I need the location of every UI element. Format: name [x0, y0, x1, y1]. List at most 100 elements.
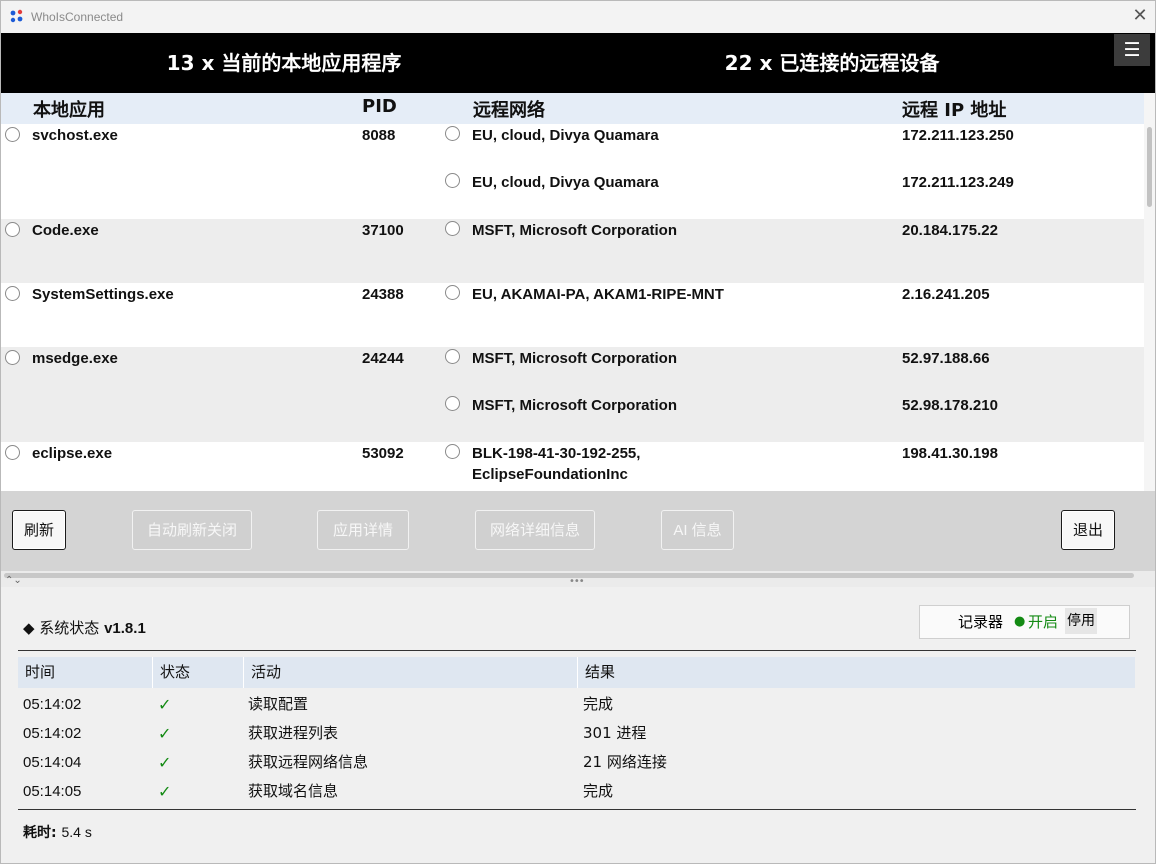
window-title: WhoIsConnected: [31, 10, 124, 24]
remote-radio[interactable]: [445, 126, 460, 141]
table-row[interactable]: svchost.exe 8088 EU, cloud, Divya Quamar…: [1, 124, 1144, 219]
status-activity: 获取进程列表: [248, 724, 339, 742]
app-pid: 24388: [362, 286, 404, 303]
remote-ip: 20.184.175.22: [902, 222, 998, 239]
remote-ip: 172.211.123.249: [902, 174, 1014, 191]
auto-refresh-button[interactable]: 自动刷新关闭: [132, 510, 252, 550]
status-title-label: ◆ 系统状态: [23, 619, 105, 637]
elapsed-label: 耗时:: [23, 825, 62, 841]
network-details-button[interactable]: 网络详细信息: [475, 510, 595, 550]
remote-network: MSFT, Microsoft Corporation: [472, 397, 677, 414]
check-icon: ✓: [158, 724, 172, 743]
splitter-grip-icon[interactable]: •••: [569, 576, 585, 587]
header-pid[interactable]: PID: [362, 96, 397, 117]
remote-radio[interactable]: [445, 221, 460, 236]
remote-network: EU, cloud, Divya Quamara: [472, 127, 659, 144]
app-name: msedge.exe: [32, 350, 118, 367]
table-row[interactable]: SystemSettings.exe 24388 EU, AKAMAI-PA, …: [1, 283, 1144, 347]
status-activity: 获取远程网络信息: [248, 753, 369, 771]
table-row[interactable]: eclipse.exe 53092 BLK-198-41-30-192-255,…: [1, 442, 1144, 491]
table-row[interactable]: Code.exe 37100 MSFT, Microsoft Corporati…: [1, 219, 1144, 283]
remote-radio[interactable]: [445, 285, 460, 300]
vertical-scrollbar[interactable]: [1144, 93, 1155, 491]
logger-toggle[interactable]: 记录器 ● 开启 停用: [919, 605, 1130, 639]
ai-info-button[interactable]: AI 信息: [661, 510, 734, 550]
app-details-button[interactable]: 应用详情: [317, 510, 409, 550]
divider: [18, 650, 1136, 651]
panel-splitter[interactable]: ⌃⌄ •••: [1, 571, 1155, 587]
scroll-thumb[interactable]: [1147, 127, 1152, 207]
header-activity: 活动: [244, 657, 578, 688]
close-icon[interactable]: ✕: [1130, 6, 1150, 26]
app-radio[interactable]: [5, 127, 20, 142]
local-apps-count: 13 x 当前的本地应用程序: [166, 51, 402, 75]
app-name: Code.exe: [32, 222, 99, 239]
status-time: 05:14:04: [23, 754, 82, 771]
elapsed-value: 5.4 s: [61, 824, 92, 840]
remote-network: EU, cloud, Divya Quamara: [472, 174, 659, 191]
check-icon: ✓: [158, 782, 172, 801]
app-radio[interactable]: [5, 286, 20, 301]
logger-on-option[interactable]: 开启: [1028, 606, 1058, 638]
app-pid: 53092: [362, 445, 404, 462]
divider: [18, 809, 1136, 810]
header-state: 状态: [153, 657, 244, 688]
remote-ip: 2.16.241.205: [902, 286, 990, 303]
status-time: 05:14:05: [23, 783, 82, 800]
app-radio[interactable]: [5, 350, 20, 365]
remote-network: EU, AKAMAI-PA, AKAM1-RIPE-MNT: [472, 286, 724, 303]
header-local-app[interactable]: 本地应用: [33, 96, 105, 122]
app-radio[interactable]: [5, 445, 20, 460]
header-remote-network[interactable]: 远程网络: [473, 96, 545, 122]
remote-network-line2: EclipseFoundationInc: [472, 466, 628, 483]
status-row: 05:14:04 ✓ 获取远程网络信息 21 网络连接: [18, 748, 1135, 777]
remote-ip: 172.211.123.250: [902, 127, 1014, 144]
logger-status-dot-icon: ●: [1014, 614, 1026, 629]
exit-button[interactable]: 退出: [1061, 510, 1115, 550]
remote-devices-count: 22 x 已连接的远程设备: [724, 51, 940, 75]
action-toolbar: 刷新 自动刷新关闭 应用详情 网络详细信息 AI 信息 退出: [1, 491, 1155, 571]
menu-icon[interactable]: ☰: [1114, 34, 1150, 66]
remote-network: MSFT, Microsoft Corporation: [472, 222, 677, 239]
remote-radio[interactable]: [445, 349, 460, 364]
remote-ip: 52.97.188.66: [902, 350, 990, 367]
status-row: 05:14:02 ✓ 读取配置 完成: [18, 690, 1135, 719]
status-row: 05:14:02 ✓ 获取进程列表 301 进程: [18, 719, 1135, 748]
logger-label: 记录器: [958, 613, 1004, 631]
remote-network: BLK-198-41-30-192-255,: [472, 445, 641, 462]
app-name: eclipse.exe: [32, 445, 113, 462]
refresh-button[interactable]: 刷新: [12, 510, 66, 550]
remote-radio[interactable]: [445, 396, 460, 411]
elapsed-time: 耗时: 5.4 s: [23, 822, 92, 842]
remote-radio[interactable]: [445, 444, 460, 459]
remote-network: MSFT, Microsoft Corporation: [472, 350, 677, 367]
status-activity: 获取域名信息: [248, 782, 339, 800]
header-remote-ip[interactable]: 远程 IP 地址: [902, 96, 1006, 122]
status-title: ◆ 系统状态 v1.8.1: [23, 617, 146, 638]
version-label: v1.8.1: [104, 620, 146, 637]
app-pid: 37100: [362, 222, 404, 239]
collapse-chevron-icon[interactable]: ⌃⌄: [5, 575, 22, 586]
table-row[interactable]: msedge.exe 24244 MSFT, Microsoft Corpora…: [1, 347, 1144, 442]
app-name: svchost.exe: [32, 127, 118, 144]
remote-radio[interactable]: [445, 173, 460, 188]
status-panel: ◆ 系统状态 v1.8.1 记录器 ● 开启 停用 时间 状态 活动 结果 05…: [1, 587, 1155, 863]
check-icon: ✓: [158, 695, 172, 714]
status-result: 完成: [583, 695, 614, 713]
status-table-header: 时间 状态 活动 结果: [18, 657, 1135, 688]
status-activity: 读取配置: [248, 695, 309, 713]
status-time: 05:14:02: [23, 725, 82, 742]
summary-banner: 13 x 当前的本地应用程序 22 x 已连接的远程设备 ☰: [1, 33, 1155, 93]
app-window: WhoIsConnected ✕ 13 x 当前的本地应用程序 22 x 已连接…: [0, 0, 1156, 864]
header-result: 结果: [585, 663, 616, 681]
app-logo-icon: [10, 9, 23, 23]
header-time: 时间: [18, 657, 153, 688]
app-radio[interactable]: [5, 222, 20, 237]
table-header: 本地应用 PID 远程网络 远程 IP 地址: [1, 93, 1144, 124]
status-time: 05:14:02: [23, 696, 82, 713]
connections-table: 本地应用 PID 远程网络 远程 IP 地址 svchost.exe 8088 …: [1, 93, 1155, 491]
check-icon: ✓: [158, 753, 172, 772]
remote-ip: 52.98.178.210: [902, 397, 998, 414]
status-result: 301 进程: [583, 724, 647, 742]
logger-off-option[interactable]: 停用: [1065, 608, 1097, 634]
